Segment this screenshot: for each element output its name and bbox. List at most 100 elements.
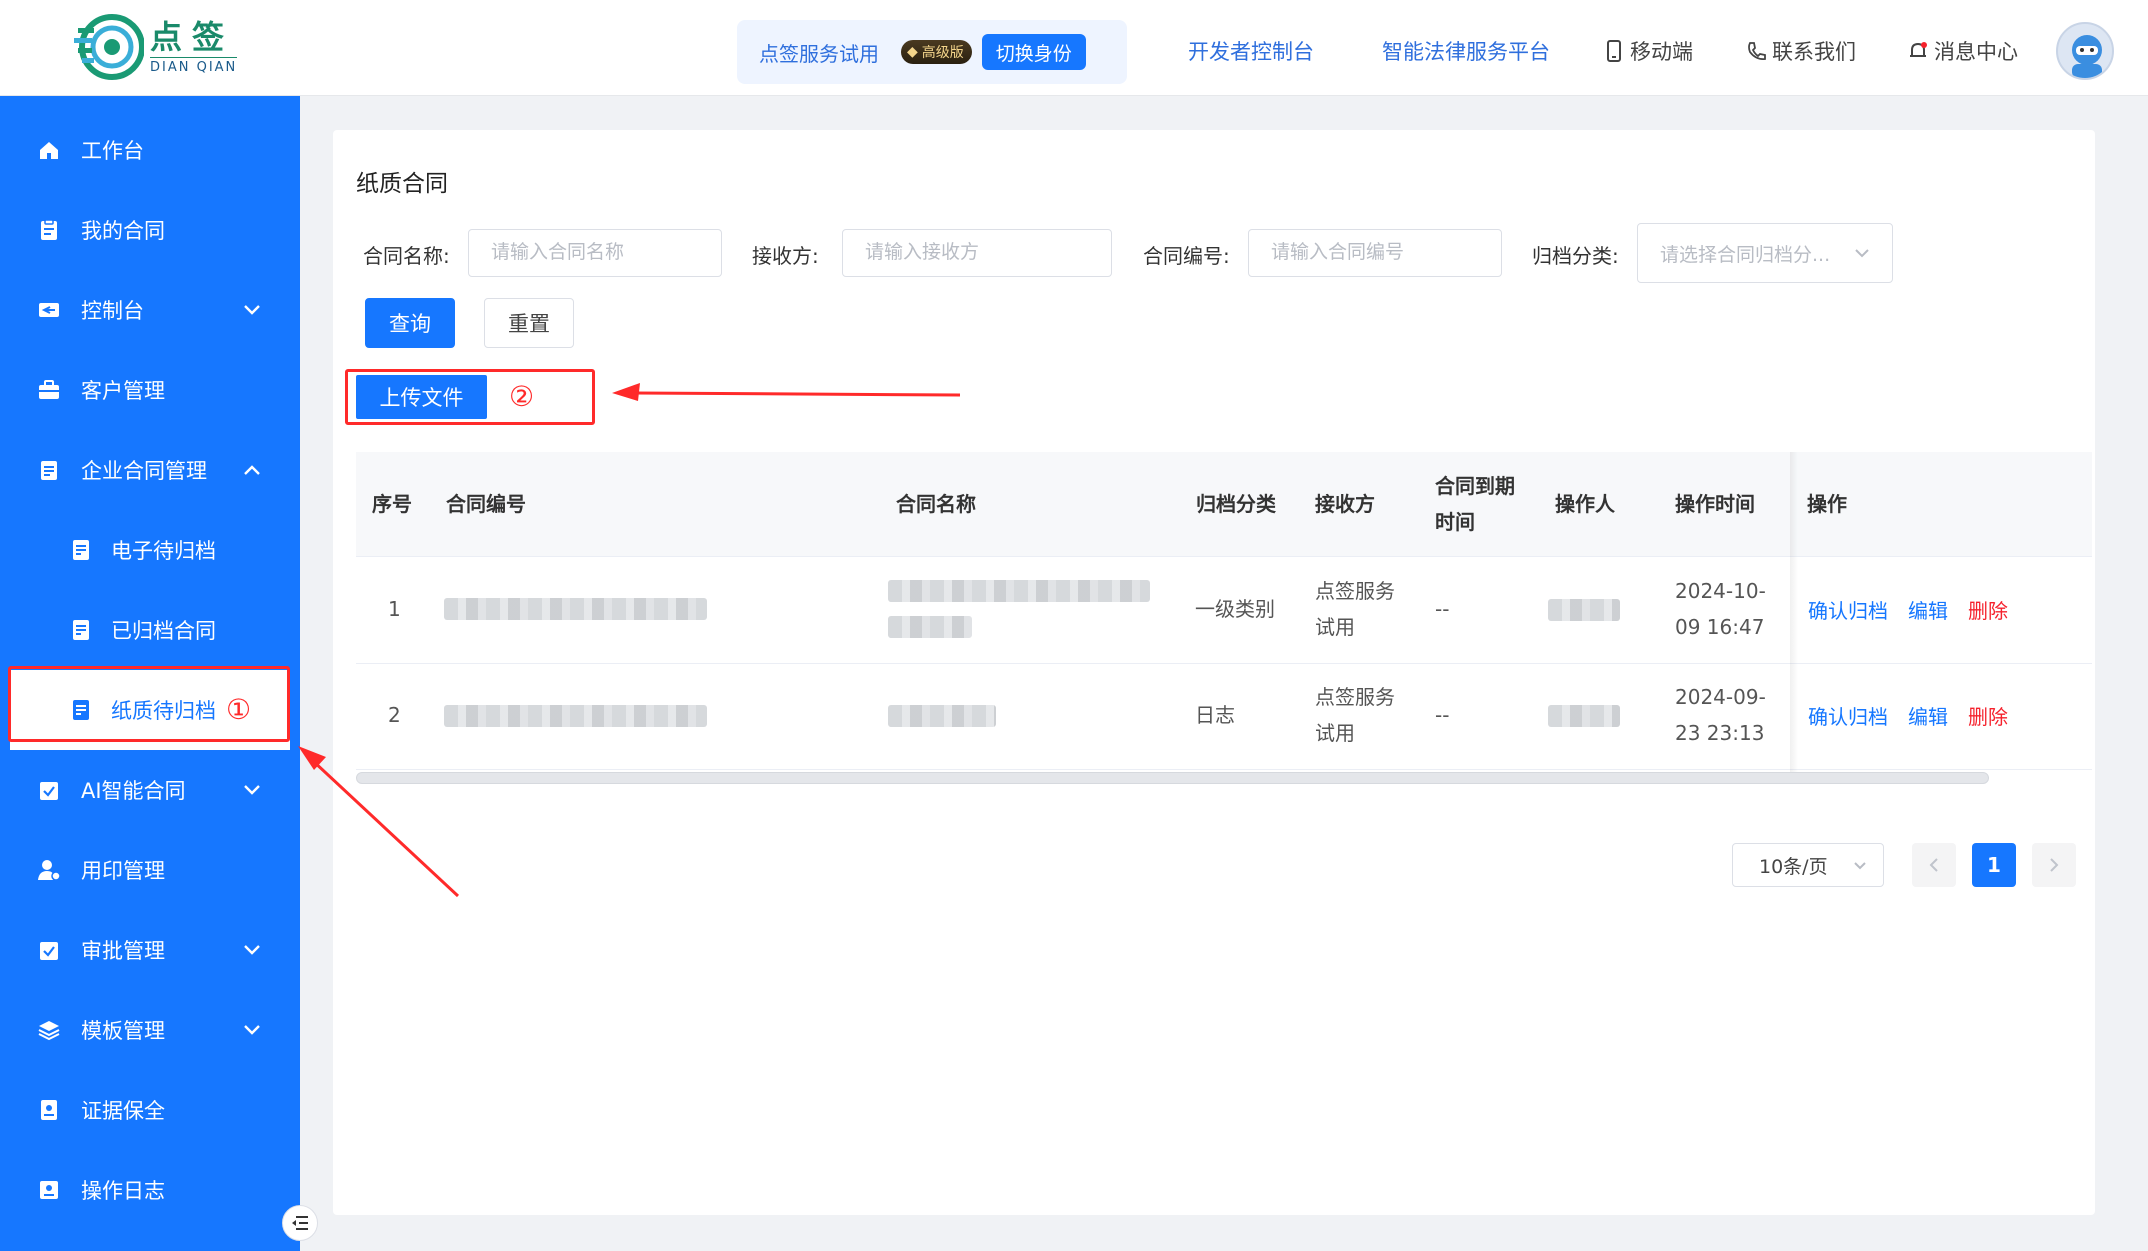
contact-link[interactable]: 联系我们 [1746,36,1856,66]
table-horizontal-scrollbar[interactable] [356,772,1989,784]
check-clipboard-icon [40,942,58,960]
sidebar-item-console[interactable]: 控制台 [0,270,300,350]
legal-platform-link[interactable]: 智能法律服务平台 [1382,36,1550,66]
contract-no-label: 合同编号: [1143,244,1230,268]
switch-identity-button[interactable]: 切换身份 [981,34,1086,70]
chevron-down-icon [244,785,260,795]
search-button[interactable]: 查询 [365,298,455,348]
col-header-expire: 合同到期 [1435,474,1515,498]
row-divider [356,769,2092,770]
cell-index: 1 [388,597,401,621]
cell-receiver-line2: 试用 [1315,615,1355,639]
log-icon [40,1181,58,1199]
cell-contract-name-redacted [888,580,1150,602]
sidebar-item-enterprise-contracts[interactable]: 企业合同管理 [0,430,300,510]
cell-op-time-line2: 09 16:47 [1675,615,1765,639]
cell-expire: -- [1435,703,1450,727]
sidebar-item-customers[interactable]: 客户管理 [0,350,300,430]
cell-expire: -- [1435,597,1450,621]
home-icon [40,142,58,159]
sidebar-item-label: 企业合同管理 [81,459,207,483]
content-card [333,130,2095,1215]
archive-category-placeholder: 请选择合同归档分... [1660,243,1831,266]
sidebar-item-label: 工作台 [81,139,144,163]
identity-panel: 点签服务试用 ◆ 高级版 切换身份 [737,20,1127,84]
fixed-column-shadow [1790,452,1798,782]
sidebar-item-logs[interactable]: 操作日志 [0,1150,300,1230]
contract-name-input[interactable] [468,229,722,277]
sidebar-item-approval[interactable]: 审批管理 [0,910,300,990]
document-icon [41,219,57,240]
mobile-label: 移动端 [1630,40,1693,64]
contract-name-label: 合同名称: [363,244,450,268]
receiver-label: 接收方: [752,244,819,268]
evidence-icon [41,1100,57,1120]
upload-file-button[interactable]: 上传文件 [356,375,487,419]
archive-category-select[interactable]: 请选择合同归档分... [1637,223,1893,283]
col-header-actions: 操作 [1807,492,1847,516]
sidebar-item-workbench[interactable]: 工作台 [0,110,300,190]
user-avatar[interactable] [2056,22,2114,80]
chevron-left-icon [1929,858,1938,872]
edit-link[interactable]: 编辑 [1908,700,1948,735]
next-page-button[interactable] [2032,843,2076,887]
sidebar-item-label: 客户管理 [81,379,165,403]
reset-button[interactable]: 重置 [484,298,574,348]
page-size-select[interactable]: 10条/页 [1732,843,1884,887]
sidebar-item-evidence[interactable]: 证据保全 [0,1070,300,1150]
sidebar-item-ai-contract[interactable]: AI智能合同 [0,750,300,830]
top-header: 点签 DIAN QIAN 点签服务试用 ◆ 高级版 切换身份 开发者控制台 智能… [0,0,2148,96]
confirm-archive-link[interactable]: 确认归档 [1808,594,1888,629]
delete-link[interactable]: 删除 [1968,594,2008,629]
brand-name-en: DIAN QIAN [150,57,238,75]
document-icon [41,461,57,480]
diamond-icon: ◆ [907,44,918,60]
delete-link[interactable]: 删除 [1968,700,2008,735]
col-header-expire-line2: 时间 [1435,510,1475,534]
sidebar-item-label: 用印管理 [81,859,165,883]
confirm-archive-link[interactable]: 确认归档 [1808,700,1888,735]
receiver-input[interactable] [842,229,1112,277]
contract-no-input[interactable] [1248,229,1502,277]
sidebar-item-label: 操作日志 [81,1179,165,1203]
developer-console-link[interactable]: 开发者控制台 [1188,36,1314,66]
cell-contract-no-redacted [444,598,707,620]
cell-operator-redacted [1548,599,1620,621]
sidebar-item-my-contracts[interactable]: 我的合同 [0,190,300,270]
check-clipboard-icon [40,782,58,800]
cell-receiver: 点签服务 [1315,579,1395,603]
col-header-operator: 操作人 [1555,492,1615,516]
sidebar-item-seal[interactable]: 用印管理 [0,830,300,910]
mobile-link[interactable]: 移动端 [1604,36,1693,66]
col-header-receiver: 接收方 [1315,492,1375,516]
chevron-down-icon [244,1025,260,1035]
cell-contract-name-redacted [888,705,996,727]
page-button-current[interactable]: 1 [1972,843,2016,887]
prev-page-button[interactable] [1912,843,1956,887]
console-icon [39,303,59,317]
brand-logo[interactable]: 点签 DIAN QIAN [74,14,238,80]
logo-mark-icon [74,14,144,80]
messages-label: 消息中心 [1934,40,2018,64]
tier-badge: ◆ 高级版 [901,40,972,64]
cell-contract-name-redacted-2 [888,616,972,638]
cell-category: 日志 [1195,703,1235,727]
cell-contract-no-redacted [444,705,707,727]
sidebar-item-archived[interactable]: 已归档合同 [0,590,300,670]
message-center-link[interactable]: 消息中心 [1908,36,2018,66]
file-icon [73,540,89,560]
col-header-contract-no: 合同编号 [446,492,526,516]
arrow-head-menu-icon [298,746,326,770]
step-2-marker: ② [509,380,535,413]
sidebar-collapse-button[interactable] [282,1205,318,1241]
sidebar-item-templates[interactable]: 模板管理 [0,990,300,1070]
row-divider [356,663,2092,664]
cell-op-time-line2: 23 23:13 [1675,721,1765,745]
page-title: 纸质合同 [356,171,448,197]
sidebar-item-electronic-pending[interactable]: 电子待归档 [0,510,300,590]
sidebar-item-label: 我的合同 [81,219,165,243]
bell-icon [1910,42,1927,57]
edit-link[interactable]: 编辑 [1908,594,1948,629]
cell-receiver-line2: 试用 [1315,721,1355,745]
phone-icon [1748,42,1766,61]
